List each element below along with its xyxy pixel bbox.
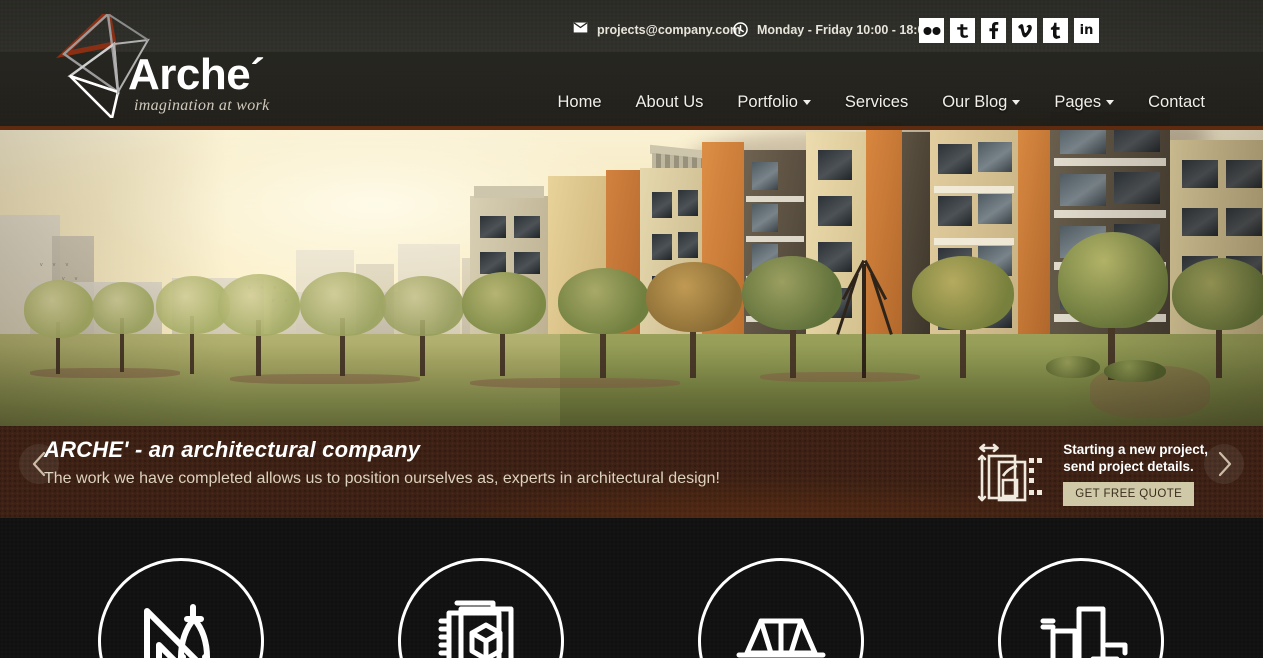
twitter-icon[interactable] — [950, 18, 975, 43]
nav-item-about-us[interactable]: About Us — [619, 93, 721, 112]
bridge-truss-icon — [736, 618, 826, 658]
building-column — [1018, 118, 1050, 354]
tumblr-icon[interactable] — [1043, 18, 1068, 43]
service-drafting-tools[interactable] — [98, 558, 264, 658]
linkedin-icon[interactable]: in — [1074, 18, 1099, 43]
chevron-down-icon — [1106, 100, 1115, 106]
service-3d-modeling[interactable] — [398, 558, 564, 658]
hero-caption-bar: ARCHE' - an architectural company The wo… — [0, 426, 1263, 518]
top-bar: projects@company.com Monday - Friday 10:… — [563, 0, 1263, 56]
nav-item-pages[interactable]: Pages — [1037, 93, 1131, 112]
social-links: in — [919, 18, 1099, 43]
nav-item-contact[interactable]: Contact — [1131, 93, 1205, 112]
chevron-left-icon — [32, 451, 45, 477]
slider-prev-button[interactable] — [19, 444, 59, 484]
flickr-icon[interactable] — [919, 18, 944, 43]
business-hours: Monday - Friday 10:00 - 18:00 — [733, 22, 931, 37]
blueprint-measure-icon — [977, 443, 1043, 502]
quote-callout: Starting a new project, send project det… — [977, 440, 1208, 506]
service-structural-engineering[interactable] — [698, 558, 864, 658]
envelope-icon — [573, 22, 588, 37]
logo-tagline: imagination at work — [134, 97, 270, 114]
clock-icon — [733, 22, 748, 37]
contact-email[interactable]: projects@company.com — [573, 22, 741, 37]
nav-item-home[interactable]: Home — [541, 93, 619, 112]
birds: ᵛ ᵛ ᵛ — [40, 261, 73, 270]
ruler-compass-icon — [144, 604, 210, 658]
slider-next-button[interactable] — [1204, 444, 1244, 484]
chevron-down-icon — [802, 100, 811, 106]
hero-title: ARCHE' - an architectural company — [44, 437, 421, 462]
services-section — [0, 518, 1263, 658]
nav-item-portfolio[interactable]: Portfolio — [720, 93, 828, 112]
hero-caption: ARCHE' - an architectural company The wo… — [44, 437, 720, 488]
get-free-quote-button[interactable]: GET FREE QUOTE — [1063, 481, 1195, 506]
logo-wordmark: Arche´ — [128, 50, 265, 99]
site-header: Arche´ imagination at work projects@comp… — [0, 0, 1263, 130]
nav-item-our-blog[interactable]: Our Blog — [925, 93, 1037, 112]
service-urban-planning[interactable] — [998, 558, 1164, 658]
building-roof — [474, 186, 544, 198]
vimeo-icon[interactable] — [1012, 18, 1037, 43]
city-buildings-icon — [1040, 606, 1128, 658]
chevron-right-icon — [1218, 451, 1231, 477]
main-nav: Home About Us Portfolio Services Our Blo… — [541, 93, 1206, 112]
business-hours-text: Monday - Friday 10:00 - 18:00 — [757, 22, 932, 37]
chevron-down-icon — [1012, 100, 1021, 106]
quote-line-1: Starting a new project, — [1063, 441, 1208, 457]
contact-email-text: projects@company.com — [597, 22, 741, 37]
facebook-icon[interactable] — [981, 18, 1006, 43]
page-root: ᵛ ᵛ ᵛ ᵛ ᵛ ᵛ ᵛ ᵛ ᵛ ᵛ — [0, 0, 1263, 658]
hero-subtitle: The work we have completed allows us to … — [44, 470, 720, 487]
logo[interactable]: Arche´ imagination at work — [56, 14, 306, 118]
quote-line-2: send project details. — [1063, 458, 1194, 474]
nav-item-services[interactable]: Services — [828, 93, 925, 112]
sketchbook-3d-cube-icon — [438, 600, 514, 658]
